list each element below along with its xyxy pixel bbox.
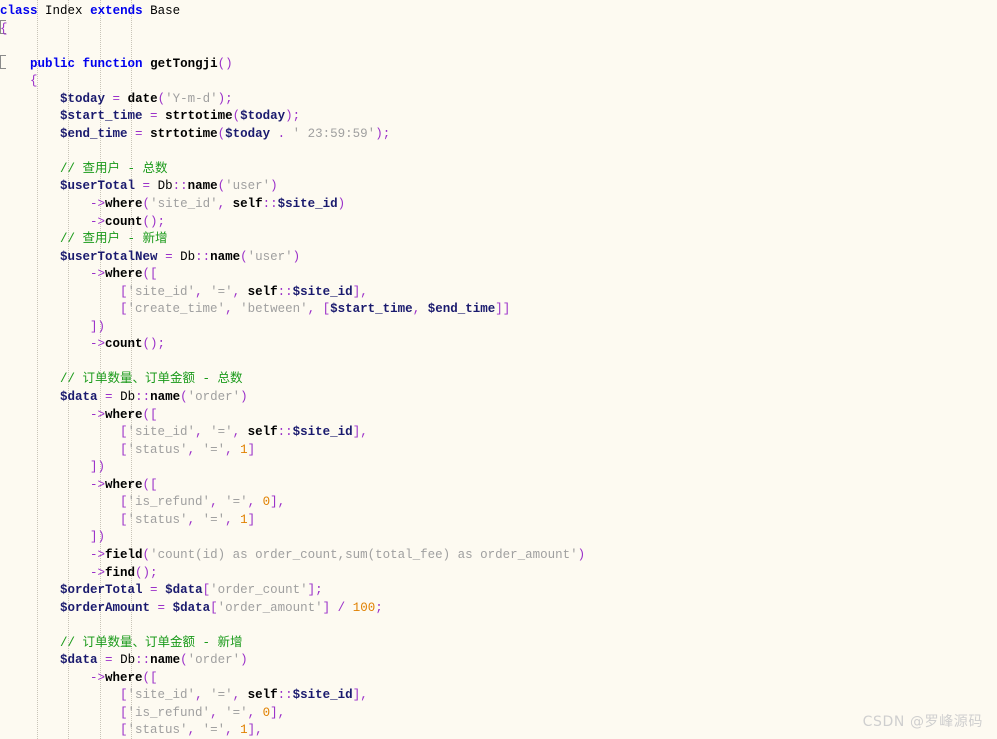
- code-line[interactable]: ->count();: [0, 214, 997, 232]
- code-line[interactable]: [0, 617, 997, 635]
- code-line[interactable]: ['site_id', '=', self::$site_id],: [0, 424, 997, 442]
- code-line[interactable]: ->count();: [0, 336, 997, 354]
- code-line[interactable]: ['site_id', '=', self::$site_id],: [0, 687, 997, 705]
- code-line[interactable]: ->where([: [0, 407, 997, 425]
- code-line[interactable]: ['status', '=', 1]: [0, 442, 997, 460]
- code-line[interactable]: $userTotal = Db::name('user'): [0, 178, 997, 196]
- code-line[interactable]: $userTotalNew = Db::name('user'): [0, 249, 997, 267]
- code-line[interactable]: $end_time = strtotime($today . ' 23:59:5…: [0, 126, 997, 144]
- code-line[interactable]: $start_time = strtotime($today);: [0, 108, 997, 126]
- code-line[interactable]: $orderTotal = $data['order_count'];: [0, 582, 997, 600]
- code-line[interactable]: {: [0, 73, 997, 91]
- code-editor-window[interactable]: class Index extends Base{ public functio…: [0, 0, 997, 739]
- code-line[interactable]: ]): [0, 319, 997, 337]
- code-line[interactable]: ->where([: [0, 266, 997, 284]
- code-line[interactable]: ['status', '=', 1]: [0, 512, 997, 530]
- code-line[interactable]: ->find();: [0, 565, 997, 583]
- code-line[interactable]: ]): [0, 529, 997, 547]
- code-line[interactable]: ['status', '=', 1],: [0, 722, 997, 739]
- code-line[interactable]: ]): [0, 459, 997, 477]
- code-line[interactable]: $data = Db::name('order'): [0, 389, 997, 407]
- code-line[interactable]: [0, 143, 997, 161]
- csdn-watermark: CSDN @罗峰源码: [862, 714, 983, 730]
- code-line[interactable]: // 订单数量、订单金额 - 新增: [0, 635, 997, 653]
- code-line[interactable]: ->where([: [0, 477, 997, 495]
- code-line[interactable]: // 查用户 - 新增: [0, 231, 997, 249]
- code-line[interactable]: [0, 354, 997, 372]
- code-line[interactable]: // 查用户 - 总数: [0, 161, 997, 179]
- code-line[interactable]: ['is_refund', '=', 0],: [0, 494, 997, 512]
- code-line[interactable]: $today = date('Y-m-d');: [0, 91, 997, 109]
- code-line[interactable]: $orderAmount = $data['order_amount'] / 1…: [0, 600, 997, 618]
- code-line[interactable]: class Index extends Base: [0, 3, 997, 21]
- code-line[interactable]: ['site_id', '=', self::$site_id],: [0, 284, 997, 302]
- code-line[interactable]: ->field('count(id) as order_count,sum(to…: [0, 547, 997, 565]
- code-line[interactable]: [0, 38, 997, 56]
- code-line[interactable]: ->where('site_id', self::$site_id): [0, 196, 997, 214]
- code-line[interactable]: ->where([: [0, 670, 997, 688]
- code-line[interactable]: {: [0, 21, 997, 39]
- code-line[interactable]: public function getTongji(): [0, 56, 997, 74]
- code-line[interactable]: $data = Db::name('order'): [0, 652, 997, 670]
- code-line[interactable]: ['create_time', 'between', [$start_time,…: [0, 301, 997, 319]
- code-line[interactable]: // 订单数量、订单金额 - 总数: [0, 371, 997, 389]
- code-content[interactable]: class Index extends Base{ public functio…: [0, 0, 997, 739]
- code-line[interactable]: ['is_refund', '=', 0],: [0, 705, 997, 723]
